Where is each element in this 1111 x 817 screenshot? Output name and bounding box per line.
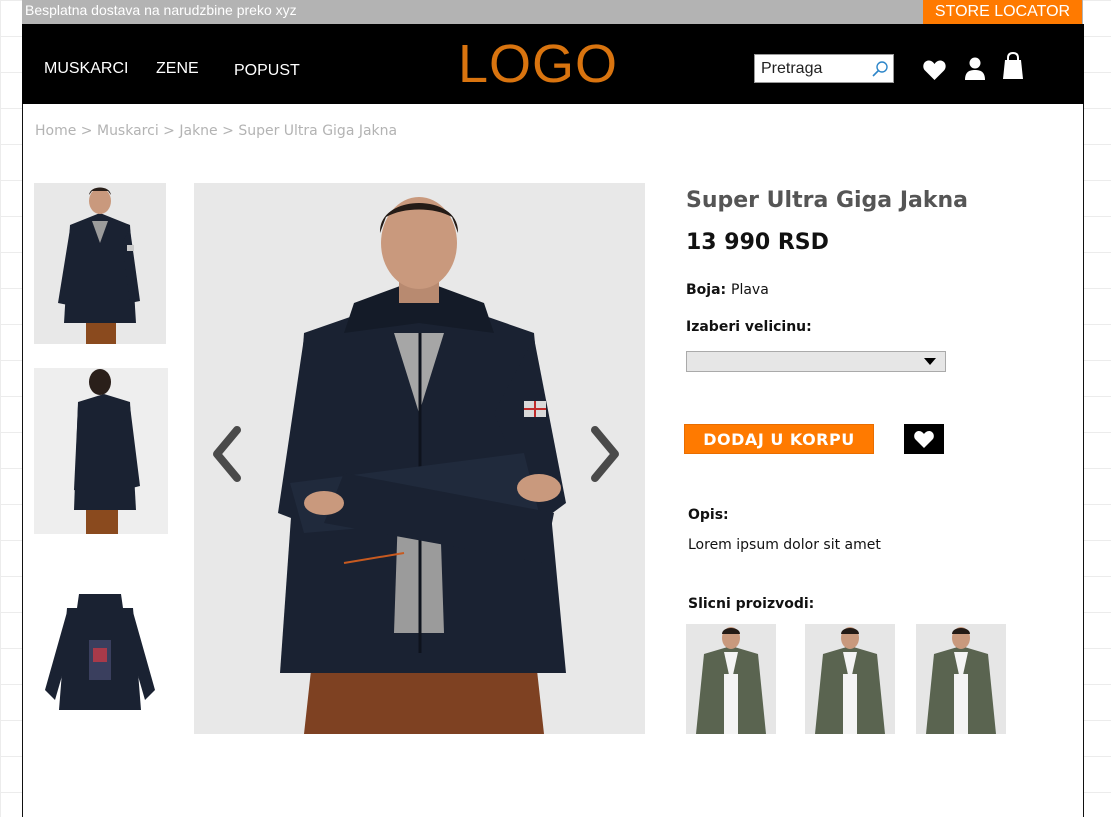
nav-item-women[interactable]: ZENE: [156, 60, 199, 78]
description-text: Lorem ipsum dolor sit amet: [688, 537, 881, 553]
breadcrumb: Home > Muskarci > Jakne > Super Ultra Gi…: [35, 123, 397, 139]
thumbnail-back[interactable]: [34, 368, 168, 534]
store-locator-button[interactable]: STORE LOCATOR: [923, 0, 1082, 24]
search-box: [754, 54, 894, 83]
breadcrumb-separator: >: [222, 123, 234, 139]
chevron-down-icon: [924, 358, 936, 365]
size-select[interactable]: [686, 351, 946, 372]
user-icon[interactable]: [964, 57, 986, 80]
main-product-image: [194, 183, 645, 734]
chevron-left-icon[interactable]: [209, 426, 243, 482]
similar-product-2[interactable]: [805, 624, 895, 734]
color-value: Plava: [731, 282, 769, 298]
site-header: MUSKARCI ZENE POPUST LOGO: [22, 24, 1084, 104]
thumbnail-front[interactable]: [34, 183, 166, 344]
product-title: Super Ultra Giga Jakna: [686, 188, 968, 213]
breadcrumb-separator: >: [80, 123, 93, 139]
similar-product-1[interactable]: [686, 624, 776, 734]
product-price: 13 990 RSD: [686, 230, 829, 255]
nav-item-sale[interactable]: POPUST: [234, 62, 300, 80]
thumbnail-jacket[interactable]: [37, 582, 163, 722]
add-to-cart-button[interactable]: DODAJ U KORPU: [684, 424, 874, 454]
color-row: Boja: Plava: [686, 282, 769, 298]
logo[interactable]: LOGO: [458, 34, 618, 94]
promo-text: Besplatna dostava na narudzbine preko xy…: [25, 2, 297, 18]
heart-icon[interactable]: [922, 59, 947, 81]
breadcrumb-jackets[interactable]: Jakne: [179, 123, 217, 139]
breadcrumb-current: Super Ultra Giga Jakna: [238, 123, 398, 139]
breadcrumb-men[interactable]: Muskarci: [97, 123, 159, 139]
size-label: Izaberi velicinu:: [686, 319, 812, 335]
product-page: Home > Muskarci > Jakne > Super Ultra Gi…: [22, 104, 1084, 817]
shopping-bag-icon[interactable]: [1002, 52, 1024, 80]
similar-products-label: Slicni proizvodi:: [688, 596, 815, 612]
search-input[interactable]: [761, 56, 871, 81]
add-to-wishlist-button[interactable]: [904, 424, 944, 454]
chevron-right-icon[interactable]: [589, 426, 623, 482]
breadcrumb-separator: >: [163, 123, 175, 139]
similar-product-3[interactable]: [916, 624, 1006, 734]
model-jacket-image: [194, 183, 645, 734]
search-icon[interactable]: [871, 60, 889, 78]
color-label: Boja:: [686, 282, 727, 298]
nav-item-men[interactable]: MUSKARCI: [44, 60, 128, 78]
description-label: Opis:: [688, 507, 729, 523]
breadcrumb-home[interactable]: Home: [35, 123, 76, 139]
heart-icon: [914, 430, 934, 448]
